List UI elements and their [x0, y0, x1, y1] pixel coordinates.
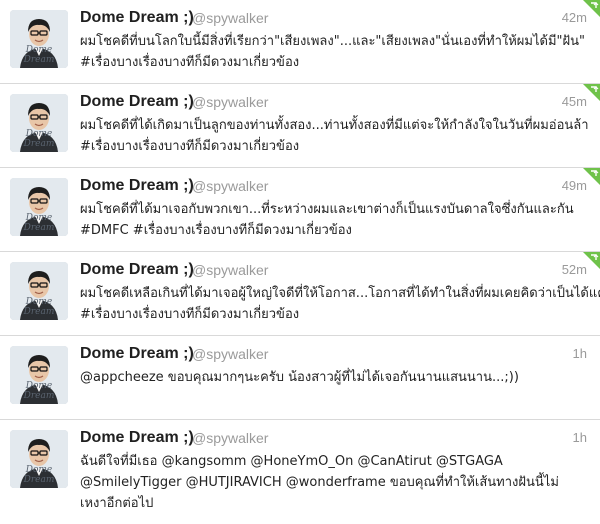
- avatar[interactable]: Dome Dream: [10, 430, 68, 488]
- author-name[interactable]: Dome Dream ;): [80, 177, 194, 195]
- author-handle[interactable]: @spywalker: [192, 346, 268, 362]
- tweet-item[interactable]: Dome Dream Dome Dream ;) @spywalker 1h ฉันดี…: [0, 420, 600, 524]
- tweet-item[interactable]: Dome Dream Dome Dream ;) @spywalker 1h @appc…: [0, 336, 600, 420]
- author-handle[interactable]: @spywalker: [192, 178, 268, 194]
- tweet-text-line: @appcheeze ขอบคุณมากๆนะครับ น้องสาวผู้ที…: [80, 370, 519, 385]
- tweet-text: @appcheeze ขอบคุณมากๆนะครับ น้องสาวผู้ที…: [80, 367, 588, 388]
- avatar[interactable]: Dome Dream: [10, 346, 68, 404]
- retweet-corner-icon: [583, 0, 600, 17]
- tweet-text: ฉันดีใจที่มีเธอ @kangsomm @HoneYmO_On @C…: [80, 451, 588, 514]
- tweet-text-line: เหงาอีกต่อไป: [80, 496, 154, 511]
- author-name[interactable]: Dome Dream ;): [80, 93, 194, 111]
- author-handle[interactable]: @spywalker: [192, 94, 268, 110]
- tweet-text-line: ผมโชคดีเหลือเกินที่ได้มาเจอผู้ใหญ่ใจดีที…: [80, 286, 600, 301]
- tweet-timestamp[interactable]: 1h: [573, 346, 587, 361]
- tweet-text-line: @SmilelyTigger @HUTJIRAVICH @wonderframe…: [80, 475, 559, 490]
- author-handle[interactable]: @spywalker: [192, 430, 268, 446]
- tweet-text-line: #เรื่องบางเรื่องบางทีก็มีดวงมาเกี่ยวข้อง: [80, 307, 300, 322]
- tweet-text-line: #เรื่องบางเรื่องบางทีก็มีดวงมาเกี่ยวข้อง: [80, 139, 300, 154]
- avatar-caption: Dome Dream: [23, 465, 55, 485]
- author-name[interactable]: Dome Dream ;): [80, 261, 194, 279]
- tweet-text-line: #เรื่องบางเรื่องบางทีก็มีดวงมาเกี่ยวข้อง: [80, 55, 300, 70]
- tweet-text: ผมโชคดีที่บนโลกใบนี้มีสิ่งที่เรียกว่า"เส…: [80, 31, 588, 73]
- author-name[interactable]: Dome Dream ;): [80, 429, 194, 447]
- tweet-text-line: ผมโชคดีที่ได้มาเจอกับพวกเขา...ที่ระหว่าง…: [80, 202, 574, 217]
- author-name[interactable]: Dome Dream ;): [80, 9, 194, 27]
- tweet-timestamp[interactable]: 1h: [573, 430, 587, 445]
- author-handle[interactable]: @spywalker: [192, 262, 268, 278]
- avatar-caption: Dome Dream: [23, 129, 55, 149]
- avatar-caption: Dome Dream: [23, 297, 55, 317]
- tweet-text-line: ฉันดีใจที่มีเธอ @kangsomm @HoneYmO_On @C…: [80, 454, 503, 469]
- tweet-text-line: ผมโชคดีที่บนโลกใบนี้มีสิ่งที่เรียกว่า"เส…: [80, 34, 585, 49]
- timeline: Dome Dream Dome Dream ;) @spywalker 42m ผมโช…: [0, 0, 600, 524]
- tweet-text: ผมโชคดีที่ได้มาเจอกับพวกเขา...ที่ระหว่าง…: [80, 199, 588, 241]
- avatar[interactable]: Dome Dream: [10, 10, 68, 68]
- avatar[interactable]: Dome Dream: [10, 262, 68, 320]
- tweet-item[interactable]: Dome Dream Dome Dream ;) @spywalker 49m ผมโช…: [0, 168, 600, 252]
- tweet-text-line: ผมโชคดีที่ได้เกิดมาเป็นลูกของท่านทั้งสอง…: [80, 118, 589, 133]
- tweet-text: ผมโชคดีเหลือเกินที่ได้มาเจอผู้ใหญ่ใจดีที…: [80, 283, 600, 325]
- retweet-corner-icon: [583, 168, 600, 185]
- tweet-text-line: #DMFC #เรื่องบางเรื่องบางทีก็มีดวงมาเกี่…: [80, 223, 352, 238]
- retweet-corner-icon: [583, 84, 600, 101]
- tweet-item[interactable]: Dome Dream Dome Dream ;) @spywalker 52m ผมโช…: [0, 252, 600, 336]
- avatar-caption: Dome Dream: [23, 45, 55, 65]
- tweet-item[interactable]: Dome Dream Dome Dream ;) @spywalker 45m ผมโช…: [0, 84, 600, 168]
- retweet-corner-icon: [583, 252, 600, 269]
- avatar-caption: Dome Dream: [23, 381, 55, 401]
- avatar-caption: Dome Dream: [23, 213, 55, 233]
- avatar[interactable]: Dome Dream: [10, 94, 68, 152]
- tweet-item[interactable]: Dome Dream Dome Dream ;) @spywalker 42m ผมโช…: [0, 0, 600, 84]
- tweet-text: ผมโชคดีที่ได้เกิดมาเป็นลูกของท่านทั้งสอง…: [80, 115, 589, 157]
- author-handle[interactable]: @spywalker: [192, 10, 268, 26]
- avatar[interactable]: Dome Dream: [10, 178, 68, 236]
- author-name[interactable]: Dome Dream ;): [80, 345, 194, 363]
